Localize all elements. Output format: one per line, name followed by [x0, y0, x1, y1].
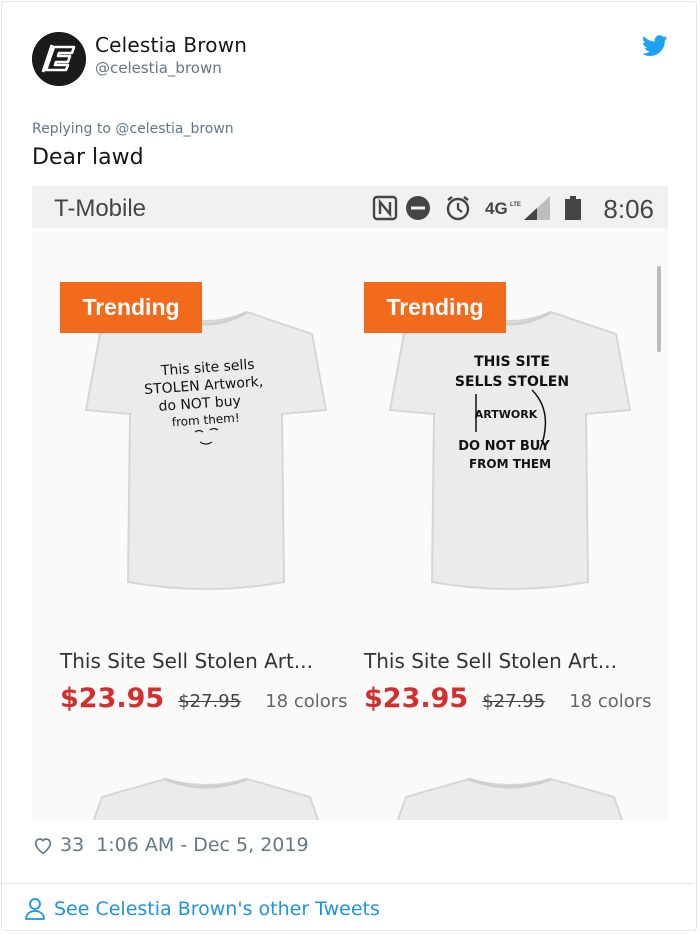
product-prices: $23.95 $27.95 18 colors: [60, 683, 348, 714]
signal-icon: [524, 196, 550, 220]
alarm-icon: [446, 196, 470, 221]
product-title[interactable]: This Site Sell Stolen Art...: [60, 649, 313, 673]
network-label: 4G: [485, 199, 508, 218]
tweet-timestamp[interactable]: 1:06 AM - Dec 5, 2019: [96, 834, 308, 856]
color-count: 18 colors: [265, 691, 348, 712]
twitter-bird-icon[interactable]: [642, 35, 668, 57]
tweet-meta: 33 1:06 AM - Dec 5, 2019: [32, 834, 309, 856]
replying-to[interactable]: Replying to @celestia_brown: [32, 121, 234, 137]
product-title[interactable]: This Site Sell Stolen Art...: [364, 649, 617, 673]
status-icons: 4G LTE: [372, 195, 581, 221]
color-count: 18 colors: [569, 691, 652, 712]
person-icon: [25, 898, 45, 920]
see-other-tweets-label[interactable]: See Celestia Brown's other Tweets: [54, 898, 380, 920]
price-original: $27.95: [482, 691, 546, 712]
tweet-media-screenshot[interactable]: T-Mobile 4G LTE 8:06 Trending This site …: [32, 186, 668, 820]
phone-status-bar: T-Mobile 4G LTE 8:06: [32, 186, 668, 228]
status-time: 8:06: [603, 194, 654, 224]
author-name[interactable]: Celestia Brown: [95, 33, 247, 57]
trending-badge: Trending: [364, 282, 506, 333]
svg-text:ARTWORK: ARTWORK: [475, 408, 538, 421]
like-count[interactable]: 33: [60, 834, 84, 856]
tshirt-image-partial[interactable]: [364, 771, 656, 820]
svg-text:LTE: LTE: [510, 202, 521, 208]
avatar-logo: [32, 32, 86, 86]
nfc-icon: [372, 195, 398, 221]
see-other-tweets-link[interactable]: See Celestia Brown's other Tweets: [24, 897, 380, 921]
battery-icon: [565, 196, 581, 220]
trending-badge: Trending: [60, 282, 202, 333]
price-current: $23.95: [60, 683, 165, 714]
svg-text:FROM THEM: FROM THEM: [469, 457, 551, 471]
tshirt-image-partial[interactable]: [60, 771, 352, 820]
author-handle[interactable]: @celestia_brown: [95, 59, 222, 77]
product-prices: $23.95 $27.95 18 colors: [364, 683, 652, 714]
avatar[interactable]: [32, 32, 86, 86]
heart-icon[interactable]: [32, 834, 54, 856]
price-current: $23.95: [364, 683, 469, 714]
tweet-text: Dear lawd: [32, 145, 144, 170]
carrier-label: T-Mobile: [54, 195, 147, 222]
svg-text:THIS SITE: THIS SITE: [474, 354, 550, 370]
scrollbar[interactable]: [657, 266, 661, 352]
svg-text:DO NOT BUY: DO NOT BUY: [458, 439, 550, 454]
divider: [0, 883, 694, 884]
svg-text:SELLS STOLEN: SELLS STOLEN: [455, 374, 569, 390]
price-original: $27.95: [178, 691, 242, 712]
dnd-icon: [406, 196, 430, 220]
